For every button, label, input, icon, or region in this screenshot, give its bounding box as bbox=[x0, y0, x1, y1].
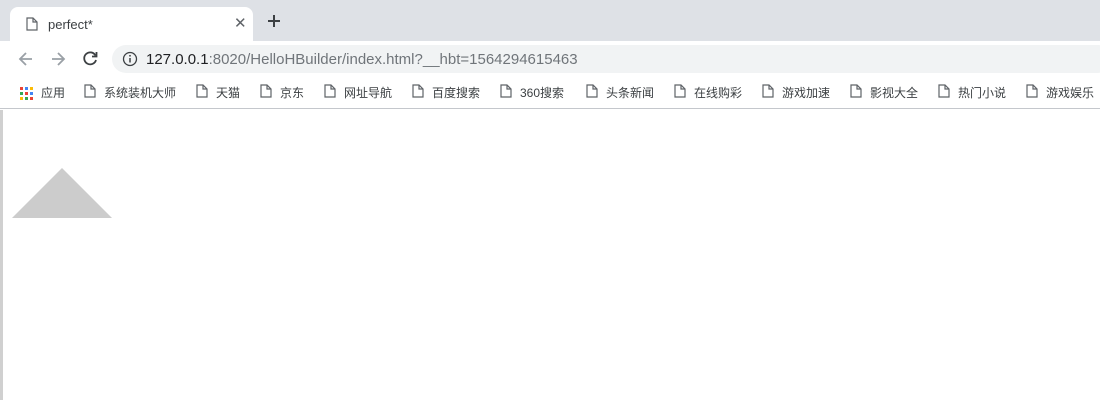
url-path: :8020/HelloHBuilder/index.html?__hbt=156… bbox=[208, 51, 578, 68]
apps-grid-icon bbox=[20, 86, 33, 100]
bookmark-item[interactable]: 天猫 bbox=[196, 83, 241, 103]
bookmark-label: 热门小说 bbox=[958, 86, 1007, 100]
close-tab-icon[interactable]: ✕ bbox=[234, 15, 247, 32]
bookmark-apps[interactable]: 应用 bbox=[20, 84, 65, 102]
bookmark-label: 系统装机大师 bbox=[104, 86, 177, 100]
bookmark-item[interactable]: 360搜索 bbox=[500, 83, 565, 103]
page-icon bbox=[1026, 83, 1038, 103]
bookmark-item[interactable]: 头条新闻 bbox=[586, 83, 655, 103]
url-host: 127.0.0.1 bbox=[146, 51, 209, 68]
bookmark-label: 百度搜索 bbox=[432, 86, 481, 100]
bookmark-label: 360搜索 bbox=[520, 86, 565, 100]
bookmark-item[interactable]: 百度搜索 bbox=[412, 83, 481, 103]
info-icon[interactable] bbox=[122, 51, 138, 72]
bookmark-label: 影视大全 bbox=[870, 86, 919, 100]
reload-icon[interactable] bbox=[80, 49, 100, 69]
bookmarks-bar: 应用 系统装机大师 天猫 京东 网址导航 百度搜索 360搜索 头条新闻 在线购彩 游戏加速 影视… bbox=[0, 77, 1100, 109]
back-arrow-icon[interactable] bbox=[16, 49, 36, 69]
bookmark-item[interactable]: 游戏娱乐 bbox=[1026, 83, 1095, 103]
browser-tab[interactable]: perfect* ✕ bbox=[10, 7, 253, 41]
url-text[interactable]: 127.0.0.1:8020/HelloHBuilder/index.html?… bbox=[146, 51, 578, 68]
address-bar[interactable]: 127.0.0.1:8020/HelloHBuilder/index.html?… bbox=[112, 45, 1100, 73]
page-icon bbox=[26, 17, 38, 36]
page-icon bbox=[586, 83, 598, 103]
bookmark-label: 京东 bbox=[280, 86, 305, 100]
page-content bbox=[0, 110, 1100, 400]
page-icon bbox=[260, 83, 272, 103]
page-icon bbox=[938, 83, 950, 103]
tab-strip: perfect* ✕ bbox=[0, 0, 1100, 41]
triangle-shape bbox=[12, 168, 112, 218]
bookmark-item[interactable]: 影视大全 bbox=[850, 83, 919, 103]
bookmark-item[interactable]: 系统装机大师 bbox=[84, 83, 177, 103]
bookmark-item[interactable]: 热门小说 bbox=[938, 83, 1007, 103]
bookmark-item[interactable]: 京东 bbox=[260, 83, 305, 103]
forward-arrow-icon[interactable] bbox=[48, 49, 68, 69]
bookmark-item[interactable]: 网址导航 bbox=[324, 83, 393, 103]
bookmark-label: 在线购彩 bbox=[694, 86, 743, 100]
page-icon bbox=[324, 83, 336, 103]
page-icon bbox=[850, 83, 862, 103]
bookmark-label: 网址导航 bbox=[344, 86, 393, 100]
page-icon bbox=[196, 83, 208, 103]
bookmark-item[interactable]: 游戏加速 bbox=[762, 83, 831, 103]
browser-toolbar: 127.0.0.1:8020/HelloHBuilder/index.html?… bbox=[0, 41, 1100, 77]
tab-title: perfect* bbox=[48, 17, 93, 32]
bookmark-item[interactable]: 在线购彩 bbox=[674, 83, 743, 103]
page-icon bbox=[412, 83, 424, 103]
page-icon bbox=[674, 83, 686, 103]
page-icon bbox=[762, 83, 774, 103]
bookmark-label: 游戏娱乐 bbox=[1046, 86, 1095, 100]
bookmark-label: 游戏加速 bbox=[782, 86, 831, 100]
new-tab-icon[interactable] bbox=[264, 11, 284, 31]
bookmark-label: 头条新闻 bbox=[606, 86, 655, 100]
bookmark-label: 天猫 bbox=[216, 86, 241, 100]
page-icon bbox=[84, 83, 96, 103]
page-icon bbox=[500, 83, 512, 103]
bookmark-label: 应用 bbox=[41, 86, 66, 100]
